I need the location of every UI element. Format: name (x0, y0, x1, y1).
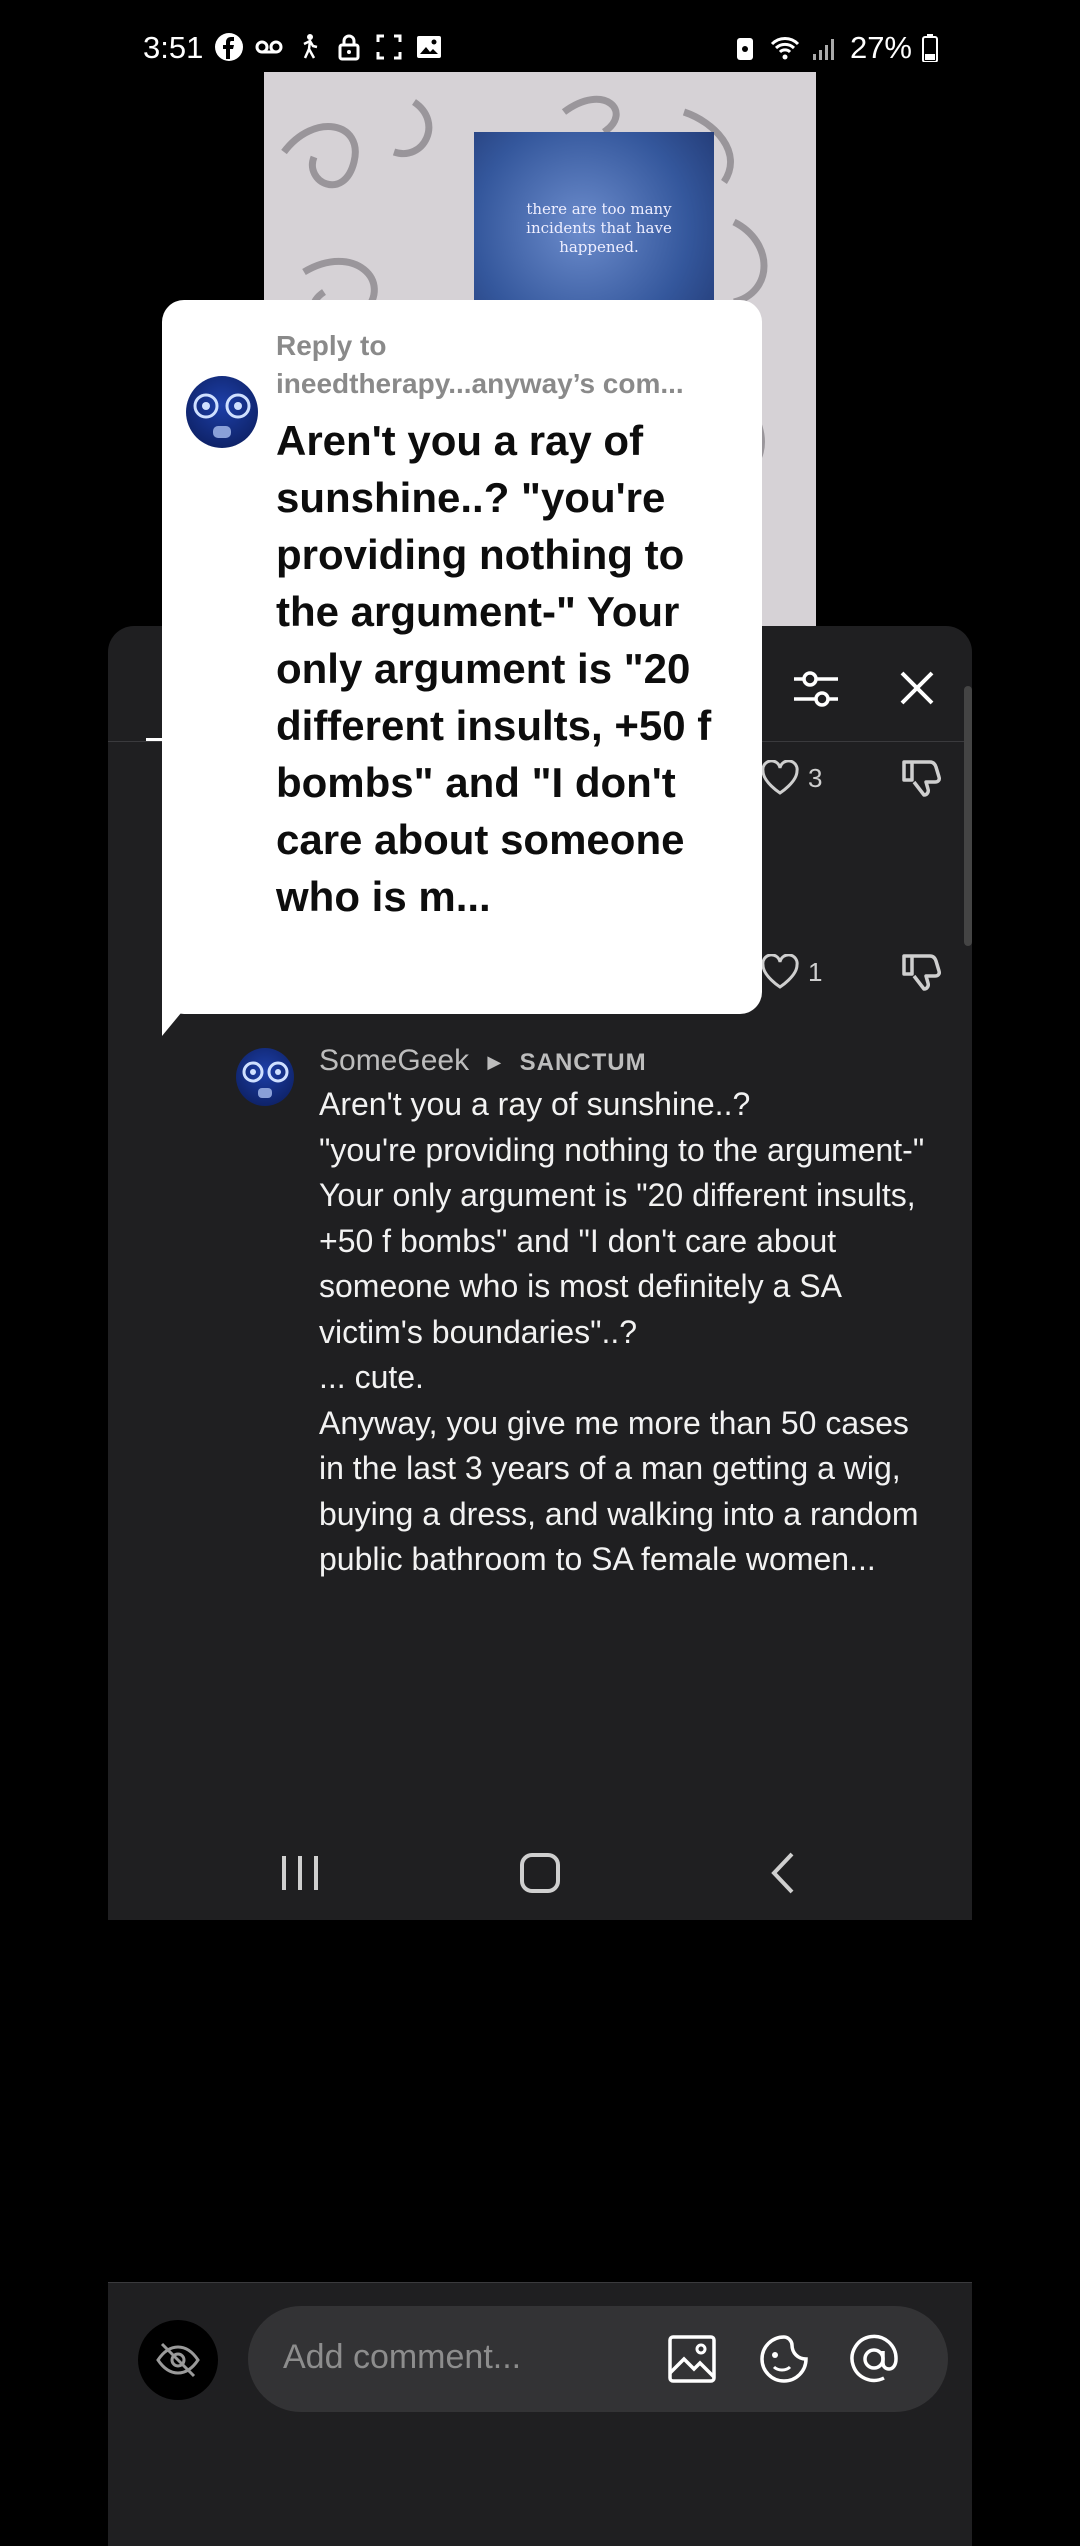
reply-target: ineedtherapy...anyway’s com... (276, 368, 684, 399)
battery-icon (922, 34, 938, 62)
avatar-swirl-icon (242, 1061, 289, 1098)
reply-arrow-icon: ▶ (487, 1051, 502, 1072)
video-caption: there are too many incidents that have h… (526, 200, 672, 256)
battery-percent: 27% (849, 30, 912, 65)
accessibility-icon (303, 34, 318, 59)
home-icon[interactable] (510, 1848, 570, 1898)
recent-apps-icon[interactable] (270, 1848, 330, 1898)
like-button[interactable]: 1 (760, 954, 822, 990)
gallery-icon (417, 36, 441, 58)
hide-comments-button[interactable] (138, 2320, 218, 2400)
reply-to-label: Reply to (276, 330, 387, 361)
mention-icon[interactable] (848, 2333, 900, 2385)
facebook-icon (215, 33, 243, 61)
signal-icon (812, 39, 834, 60)
like-button[interactable]: 3 (760, 760, 822, 796)
dislike-icon[interactable] (898, 754, 944, 800)
avatar[interactable] (236, 1048, 294, 1106)
system-icons: 27% (730, 30, 938, 66)
filter-icon[interactable] (788, 661, 844, 717)
comment-input[interactable]: Add comment... (248, 2306, 948, 2412)
wifi-icon (770, 37, 800, 60)
comment-author-line: SomeGeek ▶ SANCTUM (319, 1044, 647, 1078)
avatar-swirl-icon (193, 393, 251, 438)
back-icon[interactable] (754, 1848, 814, 1898)
comment-text: Aren't you a ray of sunshine..? "you're … (319, 1086, 925, 1577)
heart-icon (761, 760, 799, 795)
eye-off-icon (156, 2342, 200, 2378)
popup-tail (162, 990, 200, 1036)
screenshot-icon (376, 34, 402, 60)
comment-input-bar: Add comment... (108, 2282, 972, 2546)
scrollbar[interactable] (964, 686, 972, 946)
status-time: 3:51 (143, 30, 204, 65)
popup-comment-text: Aren't you a ray of sunshine..? "you're … (276, 417, 712, 920)
comment-author[interactable]: SomeGeek (319, 1044, 469, 1077)
battery-saver-icon (736, 38, 753, 60)
image-icon[interactable] (666, 2333, 718, 2385)
popup-avatar (186, 376, 258, 448)
notification-icons (214, 32, 444, 62)
heart-icon (761, 954, 799, 989)
lock-icon (338, 34, 360, 61)
reply-to-tag[interactable]: SANCTUM (520, 1049, 647, 1076)
reply-preview-popup[interactable]: Reply to ineedtherapy...anyway’s com... … (162, 300, 762, 1014)
voicemail-icon (255, 40, 283, 54)
close-icon[interactable] (892, 663, 942, 713)
sticker-icon[interactable] (758, 2333, 810, 2385)
like-count: 1 (808, 956, 823, 987)
comment-input-placeholder: Add comment... (283, 2338, 522, 2376)
input-divider (108, 2282, 972, 2283)
dislike-icon[interactable] (898, 948, 944, 994)
system-nav-bar (0, 1820, 1080, 1920)
like-count: 3 (808, 762, 823, 793)
